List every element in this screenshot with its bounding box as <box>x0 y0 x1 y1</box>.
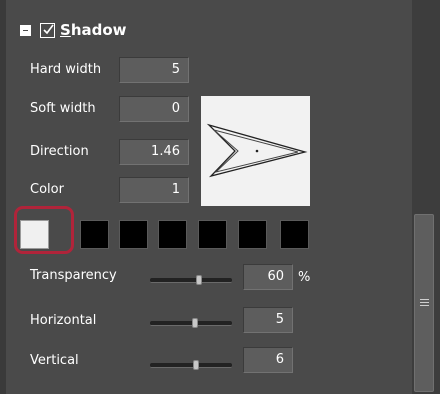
vertical-label: Vertical <box>30 353 79 368</box>
collapse-icon[interactable] <box>20 24 31 36</box>
section-header: Shadow <box>20 18 127 42</box>
horizontal-input[interactable]: 5 <box>243 307 293 333</box>
color-input[interactable]: 1 <box>119 177 189 203</box>
direction-input[interactable]: 1.46 <box>119 139 189 165</box>
color-label: Color <box>30 182 64 197</box>
direction-preview[interactable] <box>201 96 310 206</box>
color-swatch-3[interactable] <box>119 220 148 249</box>
panel-left-border <box>0 0 6 394</box>
color-swatch-5[interactable] <box>198 220 227 249</box>
shadow-enable-checkbox[interactable] <box>40 22 55 38</box>
transparency-slider-thumb[interactable] <box>196 275 203 285</box>
grip-icon <box>420 299 429 308</box>
transparency-unit: % <box>298 270 311 285</box>
color-swatch-2[interactable] <box>80 220 109 249</box>
horizontal-label: Horizontal <box>30 313 97 328</box>
color-swatch-7[interactable] <box>280 220 309 249</box>
transparency-label: Transparency <box>30 268 117 283</box>
scrollbar-thumb[interactable] <box>414 214 434 392</box>
soft-width-label: Soft width <box>30 101 96 116</box>
selection-highlight <box>14 206 74 254</box>
vertical-input[interactable]: 6 <box>243 347 293 373</box>
vertical-slider-thumb[interactable] <box>192 360 199 370</box>
horizontal-slider-thumb[interactable] <box>192 318 199 328</box>
checkmark-icon <box>43 24 54 34</box>
direction-label: Direction <box>30 144 89 159</box>
section-title-rest: hadow <box>70 21 127 39</box>
color-swatch-6[interactable] <box>238 220 267 249</box>
shadow-settings-panel: Shadow Hard width 5 Soft width 0 Directi… <box>0 0 412 394</box>
section-title: Shadow <box>60 21 127 39</box>
horizontal-slider-track[interactable] <box>150 321 232 326</box>
soft-width-input[interactable]: 0 <box>119 96 189 122</box>
hard-width-label: Hard width <box>30 62 102 77</box>
section-title-mnemonic: S <box>60 21 71 39</box>
direction-arrow-icon <box>206 123 308 178</box>
hard-width-input[interactable]: 5 <box>119 57 189 83</box>
color-swatch-4[interactable] <box>158 220 187 249</box>
vertical-slider-track[interactable] <box>150 363 232 368</box>
transparency-input[interactable]: 60 <box>243 264 293 290</box>
transparency-slider-track[interactable] <box>150 278 232 283</box>
